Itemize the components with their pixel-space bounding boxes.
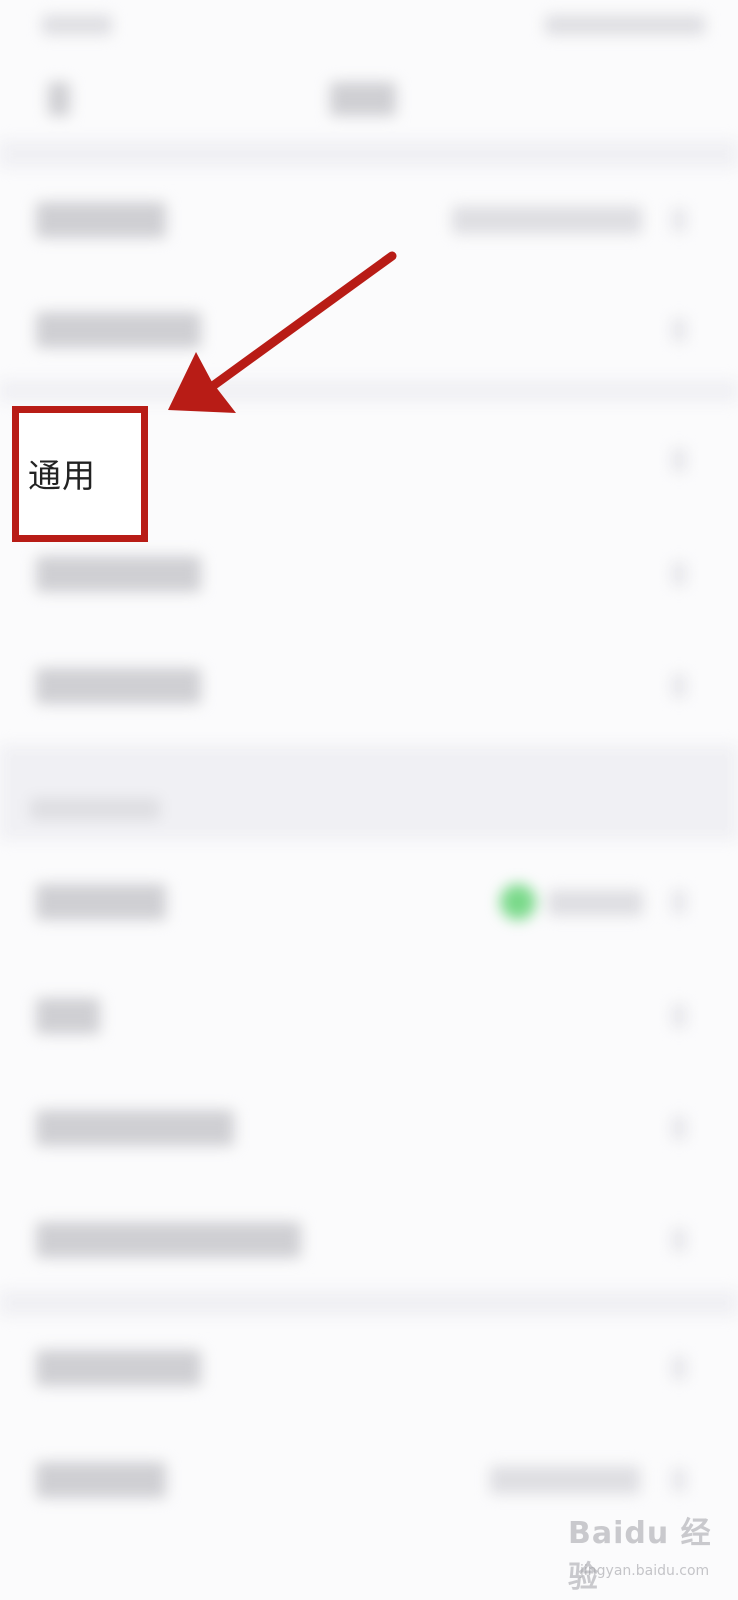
watermark-brand: Baidu 经验 — [568, 1516, 712, 1595]
annotation-arrow-icon — [168, 251, 397, 413]
watermark-domain: jingyan.baidu.com — [580, 1563, 710, 1579]
